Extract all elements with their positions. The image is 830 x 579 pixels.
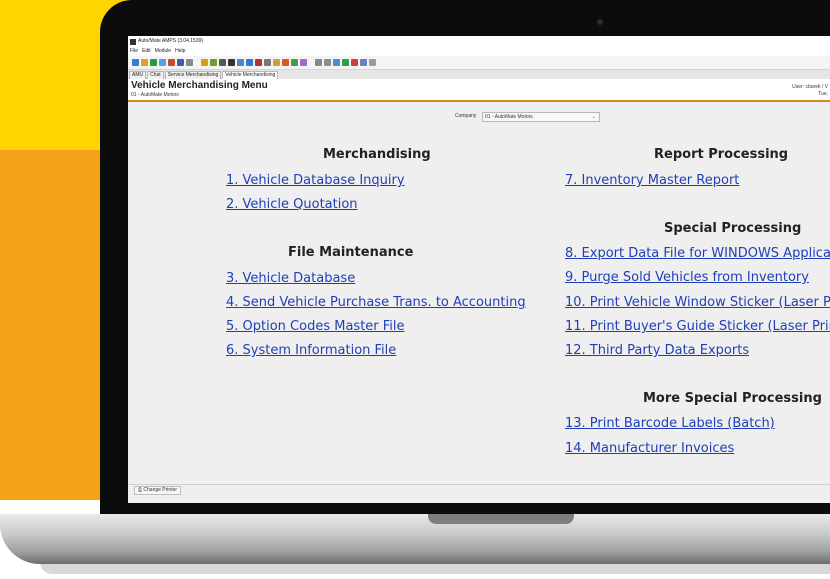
date-info: Tue, — [818, 91, 828, 97]
tab-bar: AMU Chat Service Merchandising Vehicle M… — [128, 70, 830, 79]
wrench-icon[interactable] — [237, 59, 244, 66]
page-subtitle: 01 - AutoMate Motors — [131, 92, 179, 98]
change-printer-label: Change Printer — [143, 487, 178, 493]
help-icon[interactable] — [342, 59, 349, 66]
section-title-merchandising: Merchandising — [323, 147, 431, 162]
section-title-special-processing: Special Processing — [664, 221, 802, 236]
page-title: Vehicle Merchandising Menu — [131, 80, 268, 91]
notes-icon[interactable] — [291, 59, 298, 66]
menu-link-11[interactable]: 11. Print Buyer's Guide Sticker (Laser P… — [565, 319, 830, 334]
section-title-file-maintenance: File Maintenance — [288, 245, 414, 260]
folder-icon[interactable] — [132, 59, 139, 66]
document-icon[interactable] — [333, 59, 340, 66]
tab-service-merchandising[interactable]: Service Merchandising — [164, 71, 222, 79]
menu-link-3[interactable]: 3. Vehicle Database — [226, 271, 355, 286]
people-icon[interactable] — [210, 59, 217, 66]
menu-link-10[interactable]: 10. Print Vehicle Window Sticker (Laser … — [565, 295, 830, 310]
money-icon[interactable] — [201, 59, 208, 66]
menu-link-12[interactable]: 12. Third Party Data Exports — [565, 343, 749, 358]
tab-vehicle-merchandising[interactable]: Vehicle Merchandising — [222, 71, 279, 79]
person-icon[interactable] — [141, 59, 148, 66]
tab-amu[interactable]: AMU — [129, 71, 147, 79]
parts-icon[interactable] — [186, 59, 193, 66]
car-blue-icon[interactable] — [246, 59, 253, 66]
menu-file[interactable]: File — [130, 47, 138, 56]
page-header: Vehicle Merchandising Menu 01 - AutoMate… — [128, 79, 830, 102]
change-printer-button[interactable]: ⎙ Change Printer — [134, 486, 182, 495]
menu-link-13[interactable]: 13. Print Barcode Labels (Batch) — [565, 416, 775, 431]
menu-link-4[interactable]: 4. Send Vehicle Purchase Trans. to Accou… — [226, 295, 526, 310]
chevron-down-icon: ⌄ — [591, 114, 596, 120]
user-icon[interactable] — [168, 59, 175, 66]
menu-link-14[interactable]: 14. Manufacturer Invoices — [565, 441, 734, 456]
toolbar — [128, 56, 830, 70]
menu-link-6[interactable]: 6. System Information File — [226, 343, 396, 358]
app-window: Auto/Mate AMPS (3.04.1539) File Edit Mod… — [128, 36, 830, 503]
paint-icon[interactable] — [282, 59, 289, 66]
company-select-value: 01 - AutoMate Motors — [485, 114, 533, 120]
settings-icon[interactable] — [369, 59, 376, 66]
bird-icon[interactable] — [177, 59, 184, 66]
section-title-report-processing: Report Processing — [654, 147, 789, 162]
calendar-icon[interactable] — [255, 59, 262, 66]
timer-icon[interactable] — [324, 59, 331, 66]
menu-link-7[interactable]: 7. Inventory Master Report — [565, 173, 739, 188]
camera-icon — [597, 19, 603, 25]
monitor-icon[interactable] — [219, 59, 226, 66]
menu-bar: File Edit Module Help — [128, 47, 830, 56]
laptop-base — [0, 514, 830, 564]
tools-icon[interactable] — [273, 59, 280, 66]
company-row: Company 01 - AutoMate Motors ⌄ — [128, 111, 830, 123]
menu-module[interactable]: Module — [155, 47, 171, 56]
company-label: Company — [455, 113, 477, 119]
laptop-notch — [428, 514, 574, 524]
company-select[interactable]: 01 - AutoMate Motors ⌄ — [482, 112, 600, 122]
menu-link-2[interactable]: 2. Vehicle Quotation — [226, 197, 358, 212]
globe-icon[interactable] — [360, 59, 367, 66]
wheel-icon[interactable] — [228, 59, 235, 66]
chart-icon[interactable] — [351, 59, 358, 66]
car-icon[interactable] — [159, 59, 166, 66]
user-info: User: cburek / V — [792, 84, 828, 90]
glasses-icon[interactable] — [300, 59, 307, 66]
menu-link-8[interactable]: 8. Export Data File for WINDOWS Applica — [565, 246, 830, 261]
calculator-icon[interactable] — [264, 59, 271, 66]
app-logo-icon — [130, 38, 136, 45]
menu-link-1[interactable]: 1. Vehicle Database Inquiry — [226, 173, 405, 188]
menu-edit[interactable]: Edit — [142, 47, 151, 56]
menu-link-5[interactable]: 5. Option Codes Master File — [226, 319, 405, 334]
title-bar: Auto/Mate AMPS (3.04.1539) — [128, 36, 830, 47]
tab-chat[interactable]: Chat — [147, 71, 164, 79]
clock-icon[interactable] — [315, 59, 322, 66]
key-icon[interactable] — [150, 59, 157, 66]
menu-link-9[interactable]: 9. Purge Sold Vehicles from Inventory — [565, 270, 809, 285]
window-title: Auto/Mate AMPS (3.04.1539) — [138, 38, 204, 44]
status-bar: ⎙ Change Printer — [128, 484, 830, 495]
menu-help[interactable]: Help — [175, 47, 185, 56]
printer-icon: ⎙ — [138, 487, 143, 493]
section-title-more-special-processing: More Special Processing — [643, 391, 822, 406]
